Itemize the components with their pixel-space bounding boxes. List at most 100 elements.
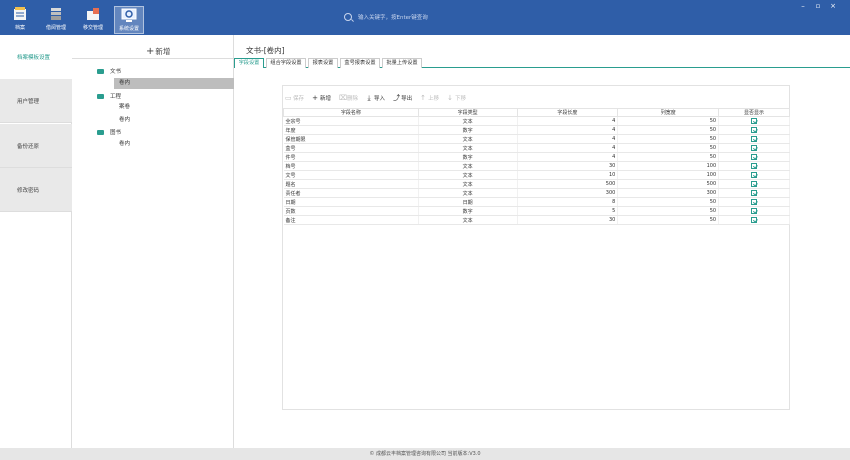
field-type-cell[interactable]: 文本 [418, 116, 518, 126]
visible-checkbox[interactable] [751, 180, 758, 187]
visible-checkbox[interactable] [751, 162, 758, 169]
nav-borrow[interactable]: 借阅管理 [41, 6, 71, 34]
sidebar-item-backup-restore[interactable]: 备份还原 [0, 124, 72, 168]
search-box[interactable]: 输入关键字，按Enter键查询 [344, 13, 474, 23]
column-width-cell[interactable]: 50 [617, 152, 720, 162]
tab-combined-field-settings[interactable]: 组合字段设置 [266, 58, 306, 68]
nav-settings[interactable]: 系统设置 [114, 6, 144, 34]
table-row[interactable]: 页数 数字 5 50 [283, 206, 790, 216]
column-width-cell[interactable]: 50 [617, 116, 720, 126]
field-type-cell[interactable]: 文本 [418, 143, 518, 153]
table-row[interactable]: 题名 文本 500 500 [283, 179, 790, 189]
table-row[interactable]: 文号 文本 10 100 [283, 170, 790, 180]
field-name-cell[interactable]: 文号 [283, 170, 419, 180]
field-name-cell[interactable]: 档号 [283, 161, 419, 171]
add-button[interactable]: + 新增 [312, 94, 331, 103]
tree-node-wenshu[interactable]: 文书 [97, 67, 121, 75]
table-row[interactable]: 责任者 文本 300 300 [283, 188, 790, 198]
column-width-cell[interactable]: 100 [617, 161, 720, 171]
column-header[interactable]: 显否显示 [718, 108, 790, 117]
tree-child-gongcheng-anjuan[interactable]: 案卷 [114, 102, 234, 113]
delete-button[interactable]: ⌧ 删除 [339, 94, 358, 103]
field-name-cell[interactable]: 题名 [283, 179, 419, 189]
column-header[interactable]: 字段类型 [417, 108, 518, 117]
tab-batch-upload-settings[interactable]: 批量上传设置 [382, 58, 422, 68]
visible-checkbox[interactable] [751, 198, 758, 205]
field-type-cell[interactable]: 日期 [418, 197, 518, 207]
table-row[interactable]: 备注 文本 30 50 [283, 215, 790, 225]
table-row[interactable]: 保管期限 文本 4 50 [283, 134, 790, 144]
field-length-cell[interactable]: 4 [517, 152, 619, 162]
nav-transfer[interactable]: 移交管理 [78, 6, 108, 34]
move-up-button[interactable]: ↑ 上移 [420, 94, 439, 103]
column-width-cell[interactable]: 50 [617, 197, 720, 207]
tree-child-tushu-juannei[interactable]: 卷内 [114, 139, 234, 150]
column-width-cell[interactable]: 300 [617, 188, 720, 198]
field-length-cell[interactable]: 4 [517, 116, 619, 126]
table-row[interactable]: 档号 文本 30 100 [283, 161, 790, 171]
column-width-cell[interactable]: 50 [617, 125, 720, 135]
field-type-cell[interactable]: 文本 [418, 215, 518, 225]
table-row[interactable]: 件号 数字 4 50 [283, 152, 790, 162]
field-type-cell[interactable]: 数字 [418, 125, 518, 135]
tab-report-settings[interactable]: 报表设置 [308, 58, 338, 68]
move-down-button[interactable]: ↓ 下移 [447, 94, 466, 103]
field-length-cell[interactable]: 500 [517, 179, 619, 189]
field-type-cell[interactable]: 文本 [418, 170, 518, 180]
field-length-cell[interactable]: 8 [517, 197, 619, 207]
field-length-cell[interactable]: 30 [517, 161, 619, 171]
nav-archive[interactable]: 档案 [5, 6, 35, 34]
visible-checkbox[interactable] [751, 207, 758, 214]
field-type-cell[interactable]: 数字 [418, 152, 518, 162]
tree-child-wenshu-juannei[interactable]: 卷内 [114, 78, 234, 89]
sidebar-item-change-password[interactable]: 修改密码 [0, 168, 72, 212]
field-name-cell[interactable]: 日期 [283, 197, 419, 207]
export-button[interactable]: ⤴ 导出 [393, 94, 412, 103]
minimize-button[interactable]: – [799, 2, 807, 10]
column-width-cell[interactable]: 500 [617, 179, 720, 189]
visible-checkbox[interactable] [751, 144, 758, 151]
field-type-cell[interactable]: 文本 [418, 134, 518, 144]
visible-checkbox[interactable] [751, 117, 758, 124]
column-width-cell[interactable]: 50 [617, 206, 720, 216]
tree-node-tushu[interactable]: 图书 [97, 128, 121, 136]
sidebar-item-template-settings[interactable]: 档案模板设置 [0, 35, 72, 79]
field-length-cell[interactable]: 4 [517, 134, 619, 144]
field-length-cell[interactable]: 10 [517, 170, 619, 180]
column-width-cell[interactable]: 50 [617, 134, 720, 144]
field-length-cell[interactable]: 4 [517, 143, 619, 153]
field-length-cell[interactable]: 30 [517, 215, 619, 225]
table-row[interactable]: 盒号 文本 4 50 [283, 143, 790, 153]
visible-checkbox[interactable] [751, 135, 758, 142]
column-header[interactable]: 字段名称 [283, 108, 419, 117]
field-type-cell[interactable]: 文本 [418, 161, 518, 171]
column-width-cell[interactable]: 100 [617, 170, 720, 180]
field-length-cell[interactable]: 300 [517, 188, 619, 198]
restore-button[interactable]: ▫ [814, 2, 822, 10]
close-button[interactable]: × [829, 2, 837, 10]
field-name-cell[interactable]: 全宗号 [283, 116, 419, 126]
save-button[interactable]: ▭ 保存 [285, 94, 304, 103]
column-header[interactable]: 字段长度 [516, 108, 619, 117]
tree-child-gongcheng-juannei[interactable]: 卷内 [114, 115, 234, 126]
tab-field-settings[interactable]: 字段设置 [234, 58, 264, 68]
field-name-cell[interactable]: 备注 [283, 215, 419, 225]
column-width-cell[interactable]: 50 [617, 143, 720, 153]
table-row[interactable]: 全宗号 文本 4 50 [283, 116, 790, 126]
tree-node-gongcheng[interactable]: 工程 [97, 92, 121, 100]
field-name-cell[interactable]: 盒号 [283, 143, 419, 153]
visible-checkbox[interactable] [751, 189, 758, 196]
field-name-cell[interactable]: 年度 [283, 125, 419, 135]
field-type-cell[interactable]: 文本 [418, 188, 518, 198]
field-name-cell[interactable]: 保管期限 [283, 134, 419, 144]
visible-checkbox[interactable] [751, 126, 758, 133]
column-header[interactable]: 列宽度 [617, 108, 720, 117]
table-row[interactable]: 年度 数字 4 50 [283, 125, 790, 135]
visible-checkbox[interactable] [751, 216, 758, 223]
visible-checkbox[interactable] [751, 171, 758, 178]
add-category-button[interactable]: +新增 [146, 46, 170, 57]
field-name-cell[interactable]: 件号 [283, 152, 419, 162]
table-row[interactable]: 日期 日期 8 50 [283, 197, 790, 207]
field-name-cell[interactable]: 责任者 [283, 188, 419, 198]
column-width-cell[interactable]: 50 [617, 215, 720, 225]
